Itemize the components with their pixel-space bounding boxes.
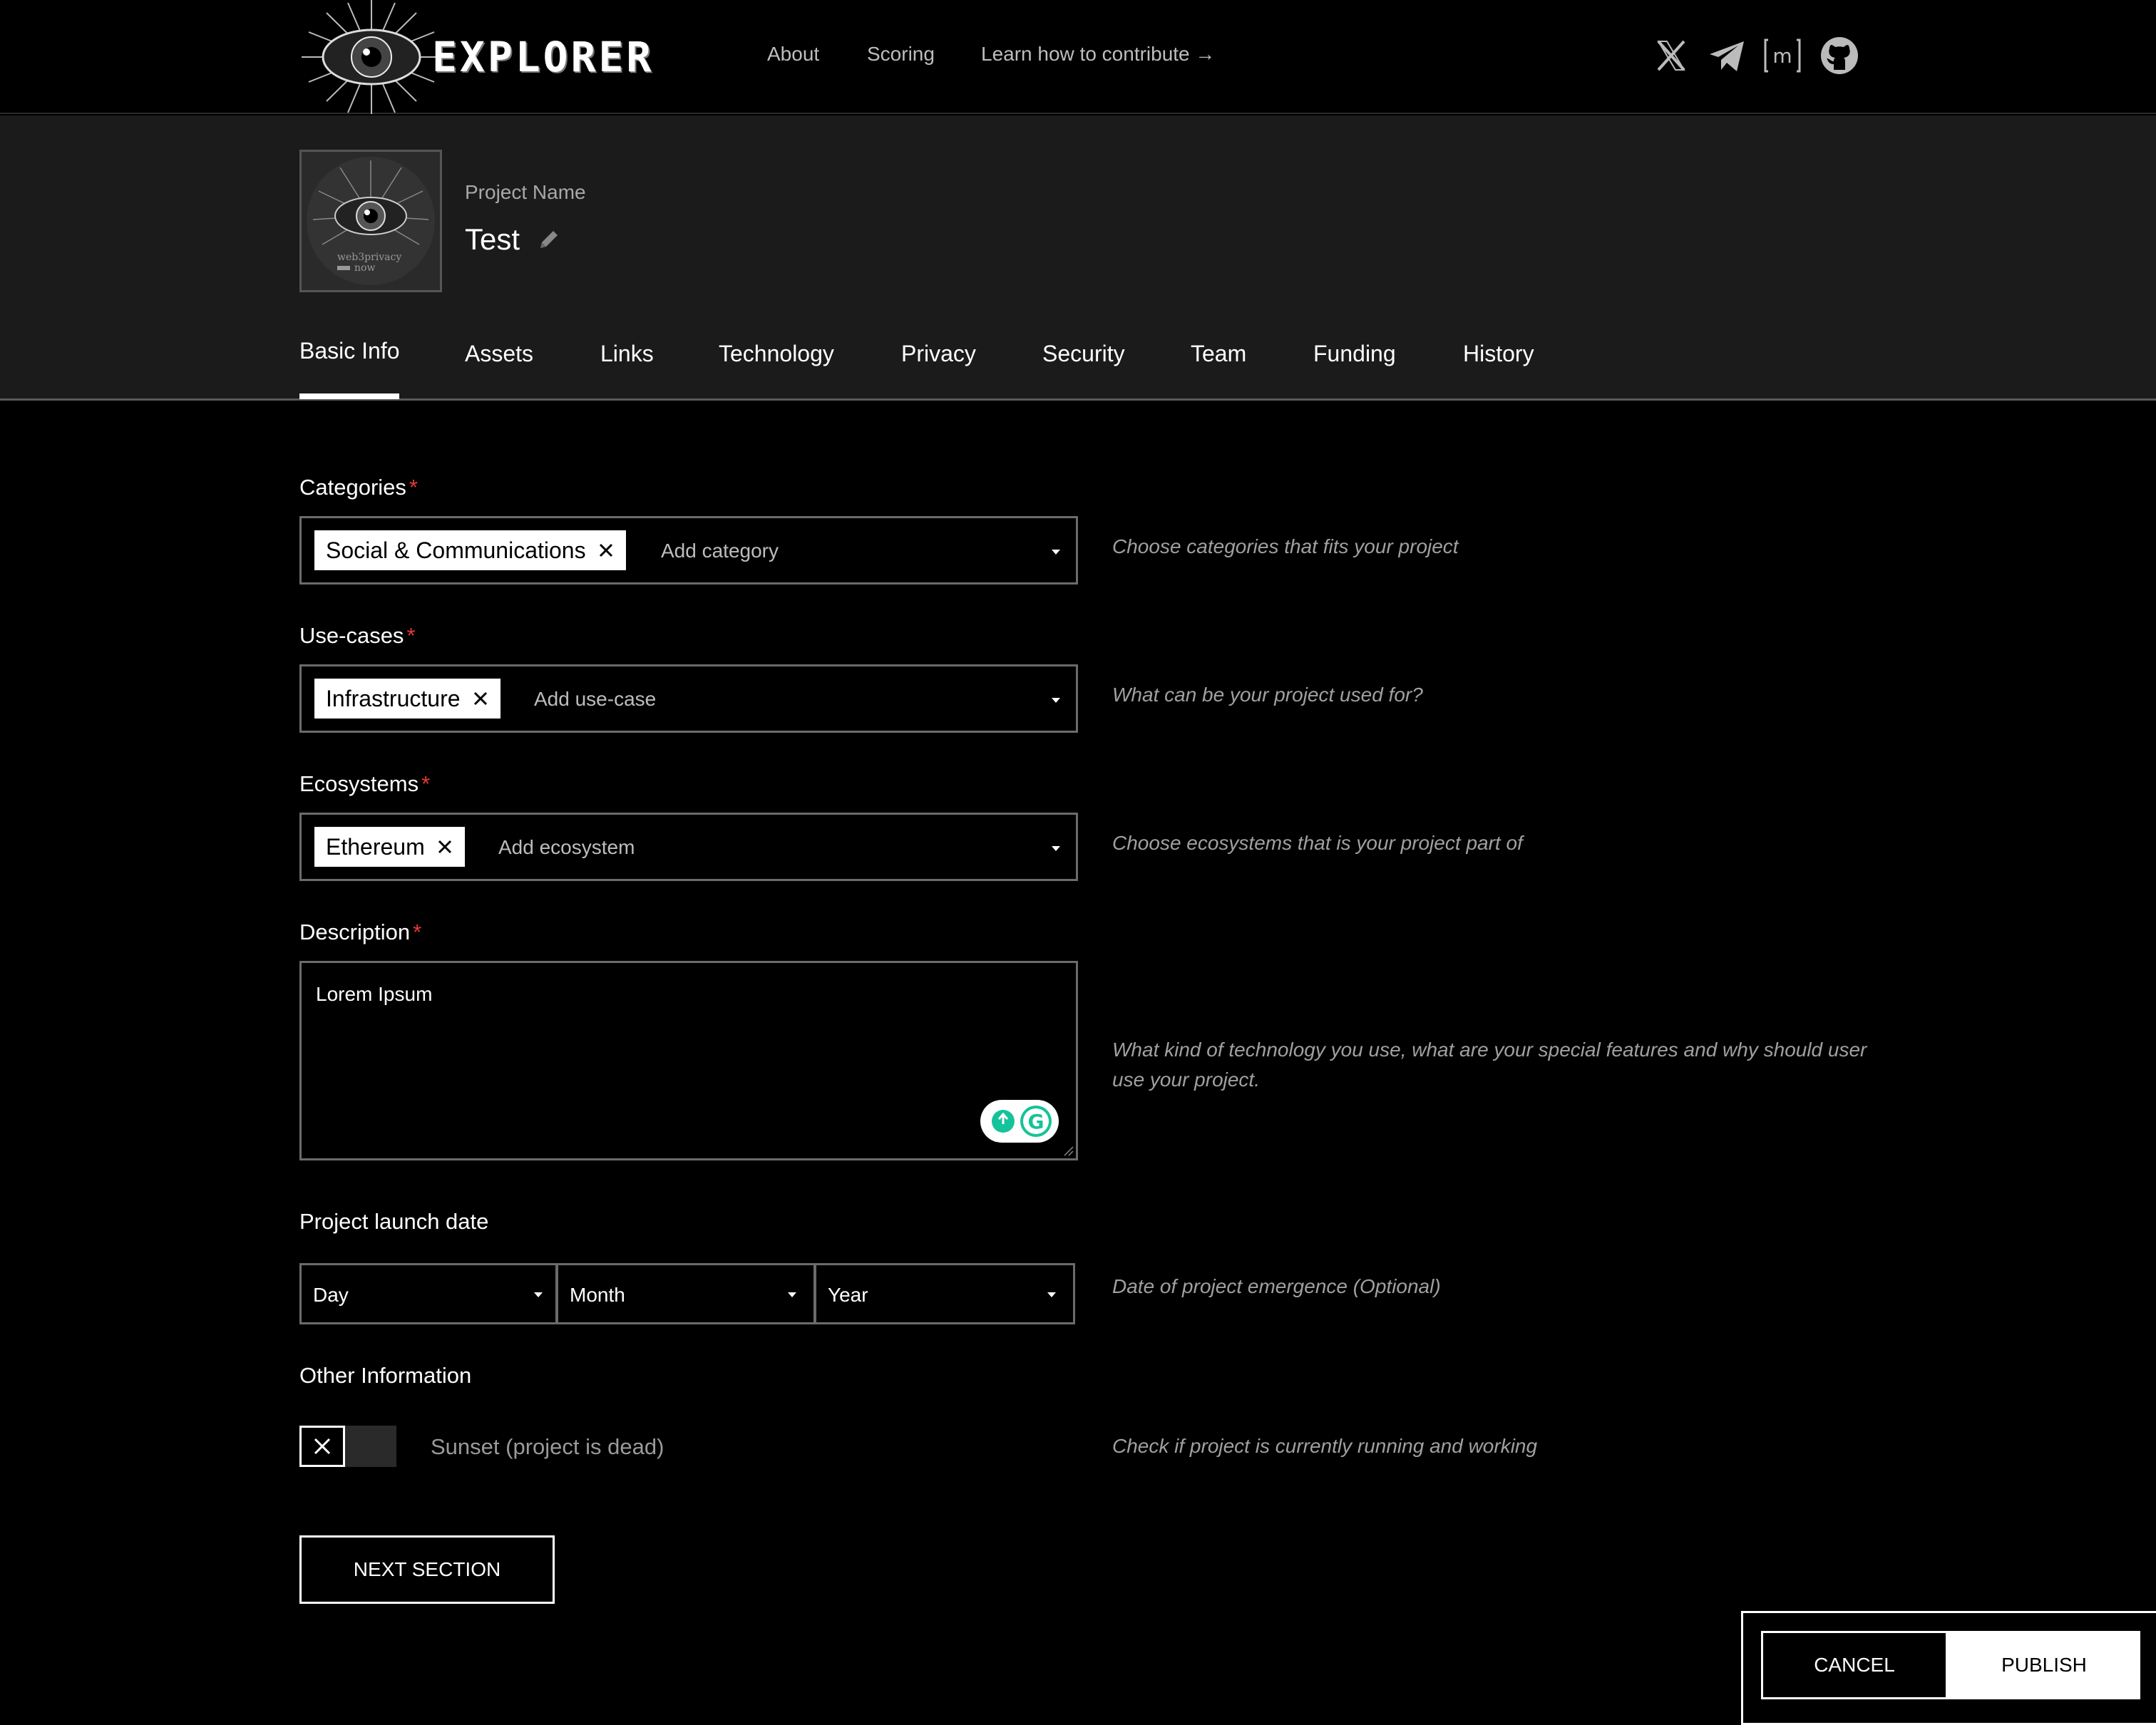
sunset-toggle[interactable] xyxy=(299,1426,396,1467)
top-header: EXPLORER About Scoring Learn how to cont… xyxy=(0,0,2156,114)
categories-label: Categories * xyxy=(299,475,418,500)
required-asterisk: * xyxy=(413,920,422,944)
required-asterisk: * xyxy=(406,623,416,648)
svg-text:G: G xyxy=(1028,1110,1044,1133)
ecosystems-label: Ecosystems * xyxy=(299,771,430,797)
launch-date-hint: Date of project emergence (Optional) xyxy=(1112,1275,1441,1297)
logo-eye-icon[interactable] xyxy=(295,0,448,114)
nav-scoring-link[interactable]: Scoring xyxy=(867,43,935,66)
project-header-band: web3privacy now Project Name Test Basic … xyxy=(0,115,2156,401)
description-hint: What kind of technology you use, what ar… xyxy=(1112,1039,1867,1091)
project-name-value: Test xyxy=(465,222,520,256)
chevron-down-icon xyxy=(1047,1292,1056,1297)
other-information-label: Other Information xyxy=(299,1363,472,1388)
grammarly-icon[interactable]: G xyxy=(980,1100,1059,1143)
ecosystem-chip: Ethereum xyxy=(314,827,465,867)
year-select-label: Year xyxy=(828,1284,868,1306)
tab-assets[interactable]: Assets xyxy=(465,341,533,367)
required-asterisk: * xyxy=(409,475,418,500)
sunset-hint: Check if project is currently running an… xyxy=(1112,1435,1538,1457)
year-select[interactable]: Year xyxy=(814,1263,1075,1324)
github-icon[interactable] xyxy=(1819,36,1859,76)
month-select-label: Month xyxy=(570,1284,625,1306)
usecase-chip-label: Infrastructure xyxy=(326,685,461,711)
tab-team[interactable]: Team xyxy=(1191,341,1246,367)
day-select-label: Day xyxy=(313,1284,349,1306)
usecases-label: Use-cases * xyxy=(299,623,416,649)
tab-funding[interactable]: Funding xyxy=(1313,341,1396,367)
launch-date-label: Project launch date xyxy=(299,1209,489,1234)
edit-pencil-icon[interactable] xyxy=(536,227,562,252)
ecosystems-input[interactable]: Add ecosystem xyxy=(498,836,635,859)
nav-about-link[interactable]: About xyxy=(767,43,819,66)
chevron-down-icon[interactable] xyxy=(1052,550,1060,555)
required-asterisk: * xyxy=(421,771,431,796)
tab-security[interactable]: Security xyxy=(1042,341,1125,367)
project-avatar[interactable]: web3privacy now xyxy=(299,150,442,292)
categories-input[interactable]: Add category xyxy=(661,540,779,562)
toggle-knob-close-icon[interactable] xyxy=(299,1426,345,1467)
tab-technology[interactable]: Technology xyxy=(719,341,834,367)
active-tab-indicator xyxy=(299,393,399,399)
category-chip-label: Social & Communications xyxy=(326,537,586,563)
sunset-label: Sunset (project is dead) xyxy=(431,1434,664,1459)
telegram-icon[interactable] xyxy=(1707,36,1747,76)
categories-label-text: Categories xyxy=(299,475,406,500)
categories-hint: Choose categories that fits your project xyxy=(1112,535,1459,557)
usecases-label-text: Use-cases xyxy=(299,623,404,648)
remove-chip-close-icon[interactable] xyxy=(425,839,465,855)
ecosystems-hint: Choose ecosystems that is your project p… xyxy=(1112,832,1523,854)
resize-handle-icon[interactable] xyxy=(1063,1145,1074,1157)
cancel-button[interactable]: CANCEL xyxy=(1761,1631,1948,1699)
next-section-button[interactable]: NEXT SECTION xyxy=(299,1535,555,1604)
tab-history[interactable]: History xyxy=(1463,341,1534,367)
remove-chip-close-icon[interactable] xyxy=(461,691,500,706)
avatar-text-2: now xyxy=(354,262,375,274)
x-icon[interactable] xyxy=(1651,36,1691,76)
remove-chip-close-icon[interactable] xyxy=(586,542,626,558)
day-select[interactable]: Day xyxy=(299,1263,558,1324)
usecase-chip: Infrastructure xyxy=(314,679,500,719)
tab-links[interactable]: Links xyxy=(600,341,654,367)
ecosystems-select[interactable]: Ethereum Add ecosystem xyxy=(299,813,1078,881)
categories-select[interactable]: Social & Communications Add category xyxy=(299,516,1078,585)
publish-button[interactable]: PUBLISH xyxy=(1948,1631,2140,1699)
nav-contribute-link[interactable]: Learn how to contribute → xyxy=(981,43,1215,66)
usecases-input[interactable]: Add use-case xyxy=(534,688,656,711)
ecosystem-chip-label: Ethereum xyxy=(326,833,425,860)
svg-text:m: m xyxy=(1772,44,1792,68)
chevron-down-icon[interactable] xyxy=(1052,846,1060,851)
logo-text[interactable]: EXPLORER xyxy=(432,33,654,81)
project-name-label: Project Name xyxy=(465,181,586,203)
avatar-text-1: web3privacy xyxy=(337,252,401,263)
month-select[interactable]: Month xyxy=(556,1263,816,1324)
usecases-select[interactable]: Infrastructure Add use-case xyxy=(299,664,1078,733)
matrix-icon[interactable]: m xyxy=(1762,36,1802,76)
category-chip: Social & Communications xyxy=(314,530,626,570)
description-label: Description * xyxy=(299,920,421,945)
usecases-hint: What can be your project used for? xyxy=(1112,684,1423,706)
tab-basic-info[interactable]: Basic Info xyxy=(299,338,400,364)
chevron-down-icon xyxy=(788,1292,796,1297)
tab-privacy[interactable]: Privacy xyxy=(901,341,976,367)
description-label-text: Description xyxy=(299,920,411,944)
description-textarea[interactable]: Lorem Ipsum G xyxy=(299,961,1078,1160)
description-value: Lorem Ipsum xyxy=(316,983,433,1005)
ecosystems-label-text: Ecosystems xyxy=(299,771,419,796)
chevron-down-icon[interactable] xyxy=(1052,698,1060,703)
chevron-down-icon xyxy=(534,1292,543,1297)
